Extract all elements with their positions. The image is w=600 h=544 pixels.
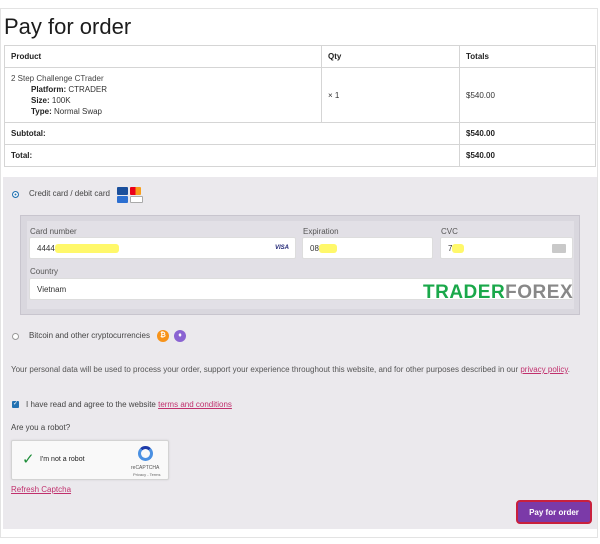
crypto-option-label[interactable]: Bitcoin and other cryptocurrencies <box>29 331 150 340</box>
card-number-value: 4444 <box>37 243 55 253</box>
product-platform: Platform: CTRADER <box>31 85 108 94</box>
card-radio[interactable] <box>12 191 19 198</box>
recaptcha-links: Privacy - Terms <box>133 472 161 477</box>
watermark-logo: TRADERFOREX <box>423 282 574 303</box>
visa-icon: VISA <box>274 245 289 251</box>
recaptcha-label: I'm not a robot <box>40 456 85 463</box>
visa-card-icon <box>117 187 128 195</box>
pay-for-order-button[interactable]: Pay for order <box>516 500 592 524</box>
subtotal-label: Subtotal: <box>4 122 460 145</box>
recaptcha-logo-icon <box>138 446 153 461</box>
header-product: Product <box>4 45 322 68</box>
cvc-field[interactable]: 7 <box>440 237 573 259</box>
redaction-highlight <box>318 243 337 253</box>
product-size: Size: 100K <box>31 96 71 105</box>
robot-question: Are you a robot? <box>11 423 71 432</box>
line-total-cell: $540.00 <box>459 67 596 123</box>
amex-icon <box>117 196 128 203</box>
refresh-captcha-link[interactable]: Refresh Captcha <box>11 485 71 494</box>
product-cell: 2 Step Challenge CTrader Platform: CTRAD… <box>4 67 322 123</box>
terms-link[interactable]: terms and conditions <box>158 400 232 409</box>
redaction-highlight <box>54 243 119 253</box>
discover-icon <box>130 196 143 203</box>
privacy-policy-link[interactable]: privacy policy <box>520 365 567 374</box>
card-number-label: Card number <box>30 227 77 236</box>
table-row: 2 Step Challenge CTrader Platform: CTRAD… <box>4 67 596 123</box>
product-name: 2 Step Challenge CTrader <box>11 74 104 83</box>
expiration-field[interactable]: 08 <box>302 237 433 259</box>
mastercard-icon <box>130 187 141 195</box>
redaction-highlight <box>452 243 465 253</box>
recaptcha-brand: reCAPTCHA <box>131 465 160 471</box>
privacy-notice: Your personal data will be used to proce… <box>11 365 570 374</box>
bitcoin-icon: ₿ <box>157 330 169 342</box>
recaptcha-widget[interactable]: ✓ I'm not a robot reCAPTCHA Privacy - Te… <box>11 440 169 480</box>
card-logos <box>117 187 141 195</box>
cvc-label: CVC <box>441 227 458 236</box>
subtotal-value: $540.00 <box>459 122 596 145</box>
expiration-label: Expiration <box>303 227 339 236</box>
expiration-value: 08 <box>310 243 319 253</box>
checkmark-icon: ✓ <box>22 451 35 468</box>
header-qty: Qty <box>321 45 460 68</box>
total-value: $540.00 <box>459 144 596 167</box>
crypto-radio[interactable] <box>12 333 19 340</box>
card-option-label[interactable]: Credit card / debit card <box>29 189 110 198</box>
country-value: Vietnam <box>37 284 67 294</box>
country-label: Country <box>30 267 59 276</box>
cvc-card-icon <box>552 244 566 253</box>
header-totals: Totals <box>459 45 596 68</box>
total-row: Total: $540.00 <box>4 144 596 167</box>
ethereum-icon: ♦ <box>174 330 186 342</box>
order-table: Product Qty Totals 2 Step Challenge CTra… <box>4 45 596 167</box>
subtotal-row: Subtotal: $540.00 <box>4 122 596 145</box>
total-label: Total: <box>4 144 460 167</box>
terms-label: I have read and agree to the website ter… <box>26 400 232 409</box>
product-type: Type: Normal Swap <box>31 107 102 116</box>
card-number-field[interactable]: 4444 VISA <box>29 237 296 259</box>
page-title: Pay for order <box>4 14 132 39</box>
qty-cell: × 1 <box>321 67 460 123</box>
terms-checkbox[interactable]: ✓ <box>12 401 19 408</box>
